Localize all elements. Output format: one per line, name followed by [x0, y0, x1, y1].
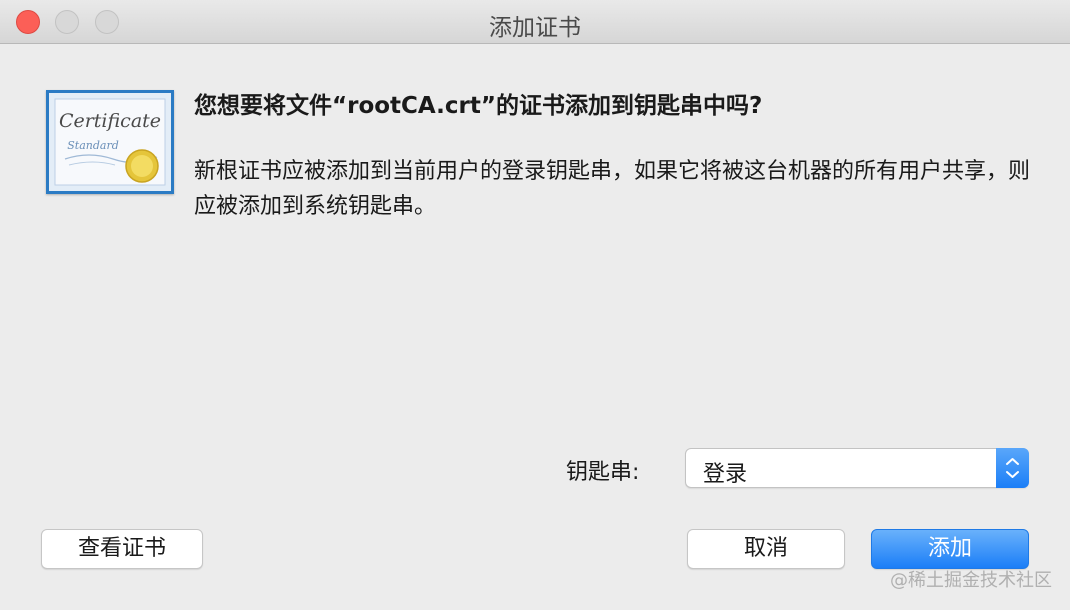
- certificate-icon-subtitle: Standard: [67, 139, 119, 152]
- keychain-select-stepper[interactable]: [996, 448, 1029, 488]
- chevron-up-down-icon: [1006, 458, 1019, 478]
- dialog-heading: 您想要将文件“rootCA.crt”的证书添加到钥匙串中吗?: [194, 93, 763, 119]
- window-title: 添加证书: [489, 15, 581, 41]
- seal-icon: [125, 149, 159, 183]
- certificate-icon-title: Certificate: [59, 110, 161, 132]
- add-button[interactable]: 添加: [871, 529, 1029, 569]
- watermark: @稀土掘金技术社区: [890, 570, 1052, 591]
- cancel-button[interactable]: 取消: [687, 529, 845, 569]
- keychain-select[interactable]: 登录: [685, 448, 1029, 488]
- certificate-icon: Certificate Standard: [46, 90, 174, 194]
- keychain-select-value: 登录: [703, 462, 748, 487]
- title-bar: 添加证书: [0, 0, 1070, 44]
- keychain-label: 钥匙串:: [566, 460, 640, 485]
- view-certificate-button[interactable]: 查看证书: [41, 529, 203, 569]
- dialog-message: 新根证书应被添加到当前用户的登录钥匙串，如果它将被这台机器的所有用户共享，则应被…: [194, 159, 1031, 219]
